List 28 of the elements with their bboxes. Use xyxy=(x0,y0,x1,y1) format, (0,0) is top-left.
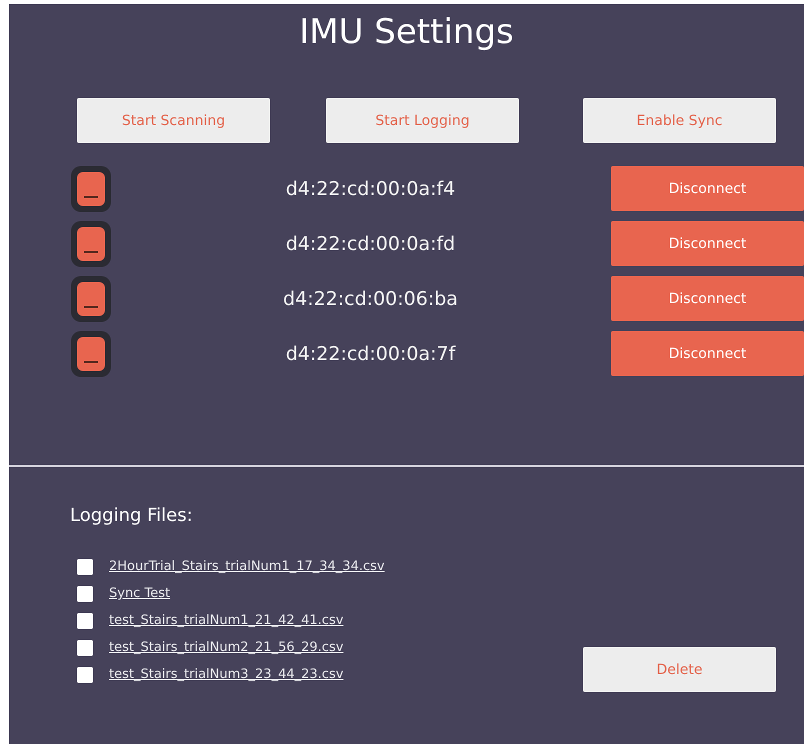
checkbox[interactable] xyxy=(77,640,93,656)
disconnect-button[interactable]: Disconnect xyxy=(611,331,804,376)
action-button[interactable]: Enable Sync xyxy=(583,98,776,143)
page-title: IMU Settings xyxy=(298,11,515,54)
file-link[interactable]: test_Stairs_trialNum3_23_44_23.csv xyxy=(109,667,344,682)
device-address: d4:22:cd:00:0a:fd xyxy=(284,232,456,254)
file-link[interactable]: test_Stairs_trialNum2_21_56_29.csv xyxy=(109,640,344,655)
action-button[interactable]: Start Scanning xyxy=(77,98,270,143)
checkbox[interactable] xyxy=(77,558,93,574)
section-heading: Logging Files: xyxy=(70,505,194,528)
device-address: d4:22:cd:00:06:ba xyxy=(282,288,459,310)
file-link[interactable]: 2HourTrial_Stairs_trialNum1_17_34_34.csv xyxy=(109,559,385,574)
device-icon xyxy=(70,330,112,378)
device-icon xyxy=(70,274,112,322)
checkbox[interactable] xyxy=(77,586,93,602)
disconnect-button[interactable]: Disconnect xyxy=(611,221,804,266)
checkbox[interactable] xyxy=(77,666,93,682)
disconnect-button[interactable]: Disconnect xyxy=(611,166,804,211)
action-button[interactable]: Start Logging xyxy=(326,98,519,143)
delete-button[interactable]: Delete xyxy=(583,647,776,692)
checkbox[interactable] xyxy=(77,612,93,628)
disconnect-button[interactable]: Disconnect xyxy=(611,276,804,321)
file-link[interactable]: test_Stairs_trialNum1_21_42_41.csv xyxy=(109,613,344,628)
device-icon xyxy=(70,164,112,212)
file-link[interactable]: Sync Test xyxy=(109,586,170,601)
device-address: d4:22:cd:00:0a:7f xyxy=(284,342,457,364)
device-address: d4:22:cd:00:0a:f4 xyxy=(284,178,456,200)
device-icon xyxy=(70,220,112,268)
